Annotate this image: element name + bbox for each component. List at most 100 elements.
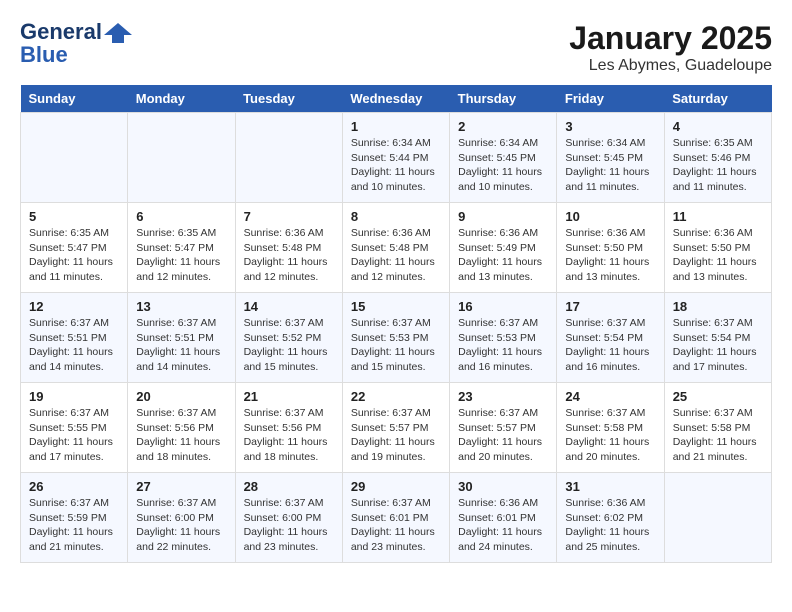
week-row-5: 26 Sunrise: 6:37 AM Sunset: 5:59 PM Dayli…	[21, 473, 772, 563]
day-info: Sunrise: 6:36 AM Sunset: 5:48 PM Dayligh…	[244, 226, 334, 285]
day-info: Sunrise: 6:37 AM Sunset: 5:56 PM Dayligh…	[244, 406, 334, 465]
day-info: Sunrise: 6:36 AM Sunset: 5:49 PM Dayligh…	[458, 226, 548, 285]
calendar-cell: 15Sunrise: 6:37 AM Sunset: 5:53 PM Dayli…	[342, 293, 449, 383]
day-number: 2	[458, 119, 548, 134]
day-info: Sunrise: 6:34 AM Sunset: 5:44 PM Dayligh…	[351, 136, 441, 195]
location: Les Abymes, Guadeloupe	[569, 57, 772, 75]
logo-icon	[104, 23, 132, 43]
logo-text: General	[20, 20, 132, 44]
day-info: Sunrise: 6:36 AM Sunset: 5:50 PM Dayligh…	[673, 226, 763, 285]
weekday-header-thursday: Thursday	[450, 85, 557, 113]
day-info: Sunrise: 6:37 AM Sunset: 5:51 PM Dayligh…	[29, 316, 119, 375]
weekday-header-wednesday: Wednesday	[342, 85, 449, 113]
day-info: Sunrise: 6:37 AM Sunset: 5:57 PM Dayligh…	[351, 406, 441, 465]
day-number: 20	[136, 389, 226, 404]
day-info: Sunrise: 6:37 AM Sunset: 5:56 PM Dayligh…	[136, 406, 226, 465]
day-info: Sunrise: 6:36 AM Sunset: 5:48 PM Dayligh…	[351, 226, 441, 285]
day-number: 8	[351, 209, 441, 224]
day-number: 7	[244, 209, 334, 224]
day-info: Sunrise: 6:36 AM Sunset: 6:02 PM Dayligh…	[565, 496, 655, 555]
day-info: Sunrise: 6:37 AM Sunset: 5:51 PM Dayligh…	[136, 316, 226, 375]
calendar-cell: 13 Sunrise: 6:37 AM Sunset: 5:51 PM Dayli…	[128, 293, 235, 383]
logo-blue: Blue	[20, 44, 132, 66]
calendar-cell	[128, 113, 235, 203]
day-number: 19	[29, 389, 119, 404]
calendar-cell: 7 Sunrise: 6:36 AM Sunset: 5:48 PM Daylig…	[235, 203, 342, 293]
day-number: 10	[565, 209, 655, 224]
day-number: 30	[458, 479, 548, 494]
calendar-cell	[21, 113, 128, 203]
page-header: General Blue January 2025 Les Abymes, Gu…	[20, 20, 772, 75]
day-number: 15	[351, 299, 441, 314]
day-info: Sunrise: 6:37 AM Sunset: 5:52 PM Dayligh…	[244, 316, 334, 375]
day-number: 11	[673, 209, 763, 224]
day-info: Sunrise: 6:37 AM Sunset: 6:00 PM Dayligh…	[244, 496, 334, 555]
day-info: Sunrise: 6:37 AM Sunset: 5:54 PM Dayligh…	[673, 316, 763, 375]
calendar-cell: 30 Sunrise: 6:36 AM Sunset: 6:01 PM Dayli…	[450, 473, 557, 563]
calendar-cell: 6 Sunrise: 6:35 AM Sunset: 5:47 PM Daylig…	[128, 203, 235, 293]
day-number: 18	[673, 299, 763, 314]
day-number: 5	[29, 209, 119, 224]
day-number: 21	[244, 389, 334, 404]
week-row-4: 19 Sunrise: 6:37 AM Sunset: 5:55 PM Dayli…	[21, 383, 772, 473]
day-info: Sunrise: 6:37 AM Sunset: 5:59 PM Dayligh…	[29, 496, 119, 555]
calendar-cell: 2Sunrise: 6:34 AM Sunset: 5:45 PM Daylig…	[450, 113, 557, 203]
weekday-header-monday: Monday	[128, 85, 235, 113]
day-info: Sunrise: 6:37 AM Sunset: 5:54 PM Dayligh…	[565, 316, 655, 375]
day-number: 23	[458, 389, 548, 404]
day-info: Sunrise: 6:35 AM Sunset: 5:47 PM Dayligh…	[29, 226, 119, 285]
calendar-cell: 10Sunrise: 6:36 AM Sunset: 5:50 PM Dayli…	[557, 203, 664, 293]
day-info: Sunrise: 6:37 AM Sunset: 6:00 PM Dayligh…	[136, 496, 226, 555]
day-number: 31	[565, 479, 655, 494]
calendar-cell: 19 Sunrise: 6:37 AM Sunset: 5:55 PM Dayli…	[21, 383, 128, 473]
title-block: January 2025 Les Abymes, Guadeloupe	[569, 20, 772, 75]
day-number: 25	[673, 389, 763, 404]
day-info: Sunrise: 6:35 AM Sunset: 5:47 PM Dayligh…	[136, 226, 226, 285]
calendar-cell: 16Sunrise: 6:37 AM Sunset: 5:53 PM Dayli…	[450, 293, 557, 383]
calendar-cell: 23Sunrise: 6:37 AM Sunset: 5:57 PM Dayli…	[450, 383, 557, 473]
day-info: Sunrise: 6:37 AM Sunset: 6:01 PM Dayligh…	[351, 496, 441, 555]
day-number: 4	[673, 119, 763, 134]
calendar-cell: 24 Sunrise: 6:37 AM Sunset: 5:58 PM Dayli…	[557, 383, 664, 473]
calendar-cell: 12 Sunrise: 6:37 AM Sunset: 5:51 PM Dayli…	[21, 293, 128, 383]
calendar-cell: 18 Sunrise: 6:37 AM Sunset: 5:54 PM Dayli…	[664, 293, 771, 383]
day-number: 13	[136, 299, 226, 314]
day-number: 22	[351, 389, 441, 404]
week-row-1: 1 Sunrise: 6:34 AM Sunset: 5:44 PM Daylig…	[21, 113, 772, 203]
weekday-header-tuesday: Tuesday	[235, 85, 342, 113]
logo: General Blue	[20, 20, 132, 66]
week-row-2: 5 Sunrise: 6:35 AM Sunset: 5:47 PM Daylig…	[21, 203, 772, 293]
calendar-cell: 28Sunrise: 6:37 AM Sunset: 6:00 PM Dayli…	[235, 473, 342, 563]
day-number: 27	[136, 479, 226, 494]
calendar-cell: 29Sunrise: 6:37 AM Sunset: 6:01 PM Dayli…	[342, 473, 449, 563]
calendar-cell	[235, 113, 342, 203]
day-number: 26	[29, 479, 119, 494]
weekday-header-saturday: Saturday	[664, 85, 771, 113]
weekday-header-sunday: Sunday	[21, 85, 128, 113]
weekday-header-row: SundayMondayTuesdayWednesdayThursdayFrid…	[21, 85, 772, 113]
calendar-cell: 1 Sunrise: 6:34 AM Sunset: 5:44 PM Daylig…	[342, 113, 449, 203]
day-info: Sunrise: 6:37 AM Sunset: 5:58 PM Dayligh…	[565, 406, 655, 465]
weekday-header-friday: Friday	[557, 85, 664, 113]
month-year: January 2025	[569, 20, 772, 57]
calendar-cell: 17 Sunrise: 6:37 AM Sunset: 5:54 PM Dayli…	[557, 293, 664, 383]
day-number: 16	[458, 299, 548, 314]
day-info: Sunrise: 6:37 AM Sunset: 5:55 PM Dayligh…	[29, 406, 119, 465]
calendar-cell: 20 Sunrise: 6:37 AM Sunset: 5:56 PM Dayli…	[128, 383, 235, 473]
calendar-cell: 25Sunrise: 6:37 AM Sunset: 5:58 PM Dayli…	[664, 383, 771, 473]
calendar-cell: 5 Sunrise: 6:35 AM Sunset: 5:47 PM Daylig…	[21, 203, 128, 293]
calendar-cell: 3Sunrise: 6:34 AM Sunset: 5:45 PM Daylig…	[557, 113, 664, 203]
day-number: 17	[565, 299, 655, 314]
day-info: Sunrise: 6:36 AM Sunset: 6:01 PM Dayligh…	[458, 496, 548, 555]
calendar-cell: 14Sunrise: 6:37 AM Sunset: 5:52 PM Dayli…	[235, 293, 342, 383]
calendar-cell: 27 Sunrise: 6:37 AM Sunset: 6:00 PM Dayli…	[128, 473, 235, 563]
calendar-cell: 9Sunrise: 6:36 AM Sunset: 5:49 PM Daylig…	[450, 203, 557, 293]
day-number: 1	[351, 119, 441, 134]
calendar-cell: 4Sunrise: 6:35 AM Sunset: 5:46 PM Daylig…	[664, 113, 771, 203]
day-number: 24	[565, 389, 655, 404]
day-number: 6	[136, 209, 226, 224]
calendar-cell: 21 Sunrise: 6:37 AM Sunset: 5:56 PM Dayli…	[235, 383, 342, 473]
calendar-cell	[664, 473, 771, 563]
calendar-cell: 11 Sunrise: 6:36 AM Sunset: 5:50 PM Dayli…	[664, 203, 771, 293]
day-number: 12	[29, 299, 119, 314]
